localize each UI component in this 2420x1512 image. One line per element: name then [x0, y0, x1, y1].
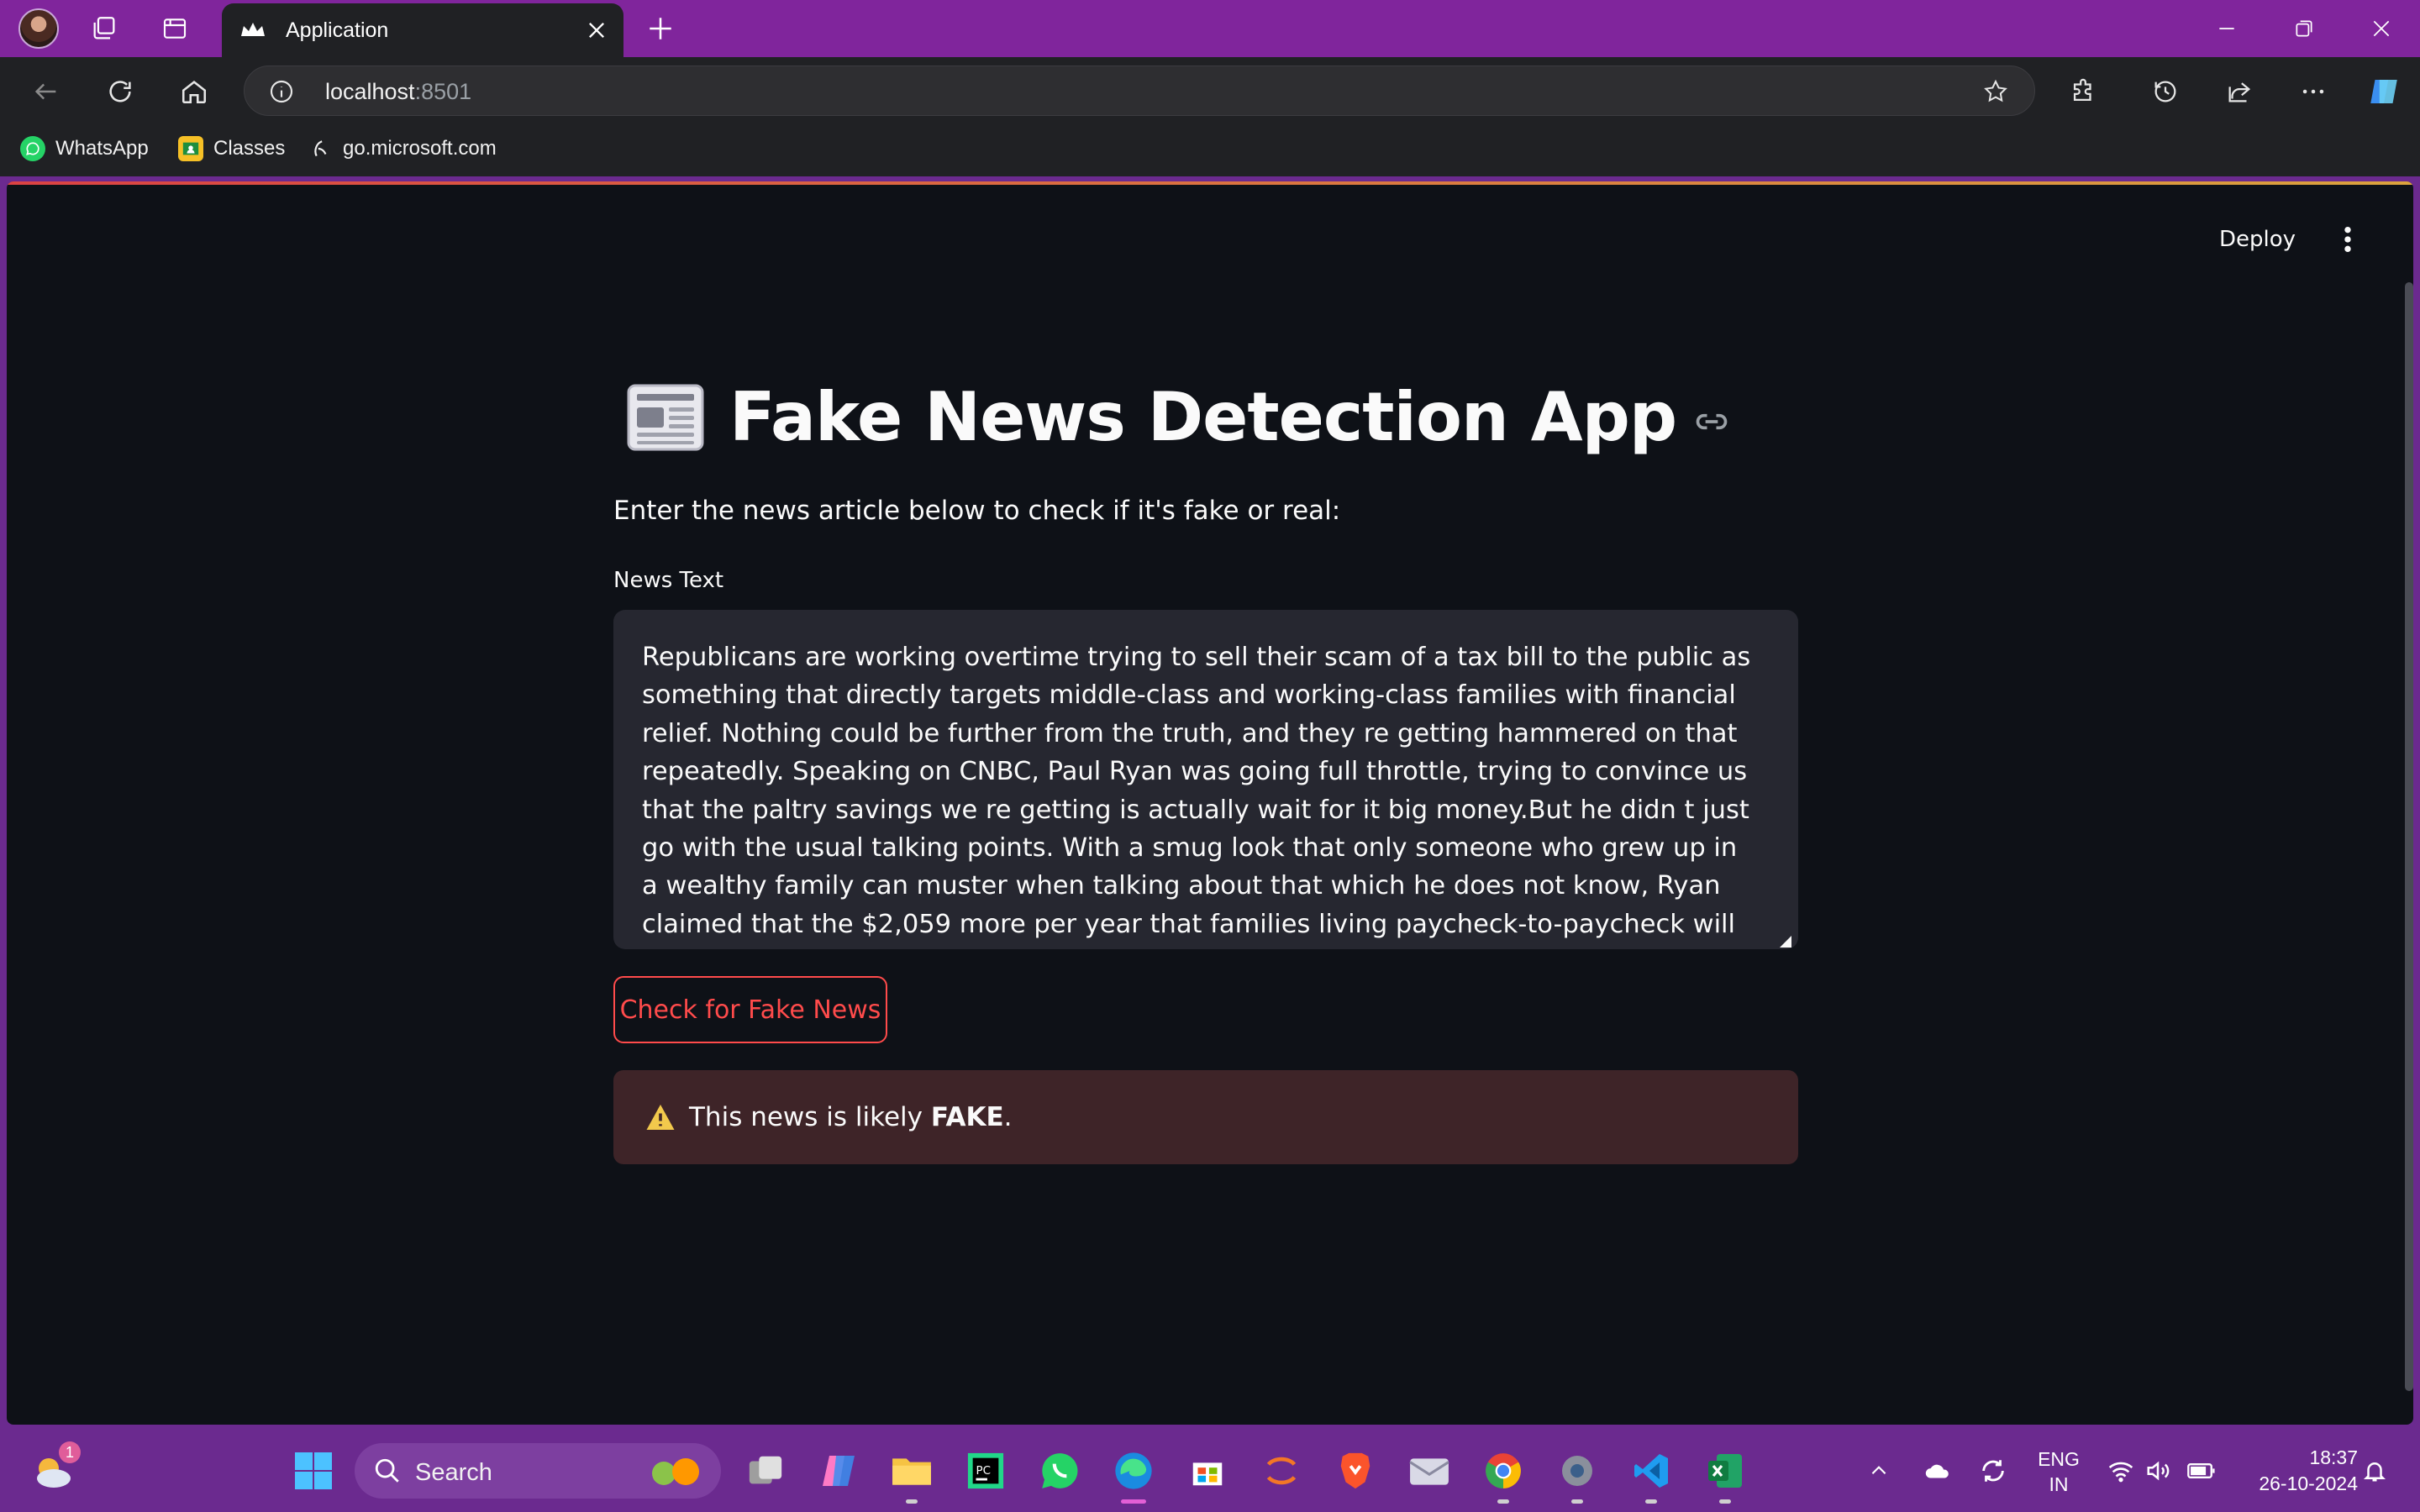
news-text-area[interactable]: Republicans are working overtime trying … [613, 610, 1798, 949]
microsoft-store-icon[interactable] [1183, 1446, 1232, 1495]
deploy-button[interactable]: Deploy [2219, 227, 2296, 252]
link-doc-icon [308, 136, 333, 161]
edge-icon[interactable] [1109, 1446, 1158, 1504]
task-view-icon[interactable] [741, 1446, 790, 1495]
search-highlight-icon [652, 1458, 699, 1485]
decoration-bar [7, 181, 2413, 185]
more-options-icon[interactable] [2294, 72, 2333, 111]
chevron-up-icon[interactable] [1862, 1446, 1896, 1495]
volume-icon[interactable] [2141, 1446, 2175, 1495]
settings-icon[interactable] [1553, 1446, 1602, 1504]
tab-title: Application [286, 18, 389, 42]
vscode-icon[interactable] [1627, 1446, 1676, 1504]
time-text: 18:37 [2309, 1446, 2358, 1468]
browser-nav-bar: localhost:8501 [0, 57, 2420, 124]
warning-icon [646, 1105, 675, 1130]
date-text: 26-10-2024 [2259, 1473, 2358, 1494]
sync-icon[interactable] [1976, 1446, 2010, 1495]
search-icon [375, 1458, 399, 1483]
weather-icon[interactable]: 1 [29, 1441, 81, 1495]
onedrive-icon[interactable] [1921, 1446, 1954, 1495]
start-icon[interactable] [289, 1446, 338, 1495]
result-message: This news is likely FAKE. [689, 1102, 1013, 1132]
bookmarks-bar: WhatsApp Classes go.microsoft.com [0, 124, 2420, 176]
favorite-star-icon[interactable] [1982, 78, 2009, 105]
chrome-icon[interactable] [1479, 1446, 1528, 1504]
whatsapp-app-icon[interactable] [1035, 1446, 1084, 1495]
excel-icon[interactable] [1701, 1446, 1749, 1504]
language-indicator[interactable]: ENG IN [2037, 1446, 2081, 1497]
new-tab-icon[interactable] [644, 12, 677, 45]
extensions-icon[interactable] [2064, 72, 2102, 111]
history-icon[interactable] [2146, 72, 2185, 111]
main-menu-icon[interactable] [2338, 225, 2358, 254]
bookmark-go-microsoft[interactable]: go.microsoft.com [308, 136, 497, 161]
workspaces-icon[interactable] [87, 12, 121, 45]
app-page: Deploy Fake News Detection App Enter the… [7, 181, 2413, 1425]
app-title: Fake News Detection App [729, 378, 1677, 456]
bookmark-whatsapp[interactable]: WhatsApp [20, 136, 149, 161]
tab-application[interactable]: Application [222, 3, 623, 57]
notification-bell-icon[interactable] [2358, 1446, 2391, 1495]
battery-icon[interactable] [2185, 1446, 2218, 1495]
restore-icon[interactable] [2286, 12, 2323, 45]
bookmark-classes[interactable]: Classes [178, 136, 285, 161]
page-scrollbar[interactable] [2405, 282, 2413, 1391]
browser-tab-bar: Application [0, 0, 2420, 57]
url-text[interactable]: localhost:8501 [325, 79, 471, 105]
tab-actions-icon[interactable] [158, 12, 192, 45]
instructions-text: Enter the news article below to check if… [613, 496, 1341, 526]
newspaper-icon [627, 384, 704, 450]
address-bar[interactable]: localhost:8501 [244, 66, 2035, 116]
close-window-icon[interactable] [2363, 12, 2400, 45]
resize-handle-icon[interactable] [1780, 936, 1791, 948]
check-fake-news-button[interactable]: Check for Fake News [613, 976, 887, 1043]
pycharm-icon[interactable]: PC [961, 1446, 1010, 1495]
jupyter-icon[interactable] [1257, 1446, 1306, 1495]
weather-badge: 1 [59, 1441, 81, 1463]
news-text-label: News Text [613, 568, 724, 593]
share-icon[interactable] [2220, 72, 2259, 111]
whatsapp-icon [20, 136, 45, 161]
minimize-icon[interactable] [2208, 12, 2245, 45]
page-title: Fake News Detection App [627, 378, 1730, 456]
news-text-value[interactable]: Republicans are working overtime trying … [642, 643, 1750, 949]
clock[interactable]: 18:37 26-10-2024 [2235, 1445, 2358, 1497]
taskbar-search[interactable]: Search [355, 1443, 721, 1499]
search-placeholder: Search [415, 1459, 492, 1486]
back-icon[interactable] [27, 72, 66, 111]
verdict-text: FAKE [930, 1102, 1004, 1132]
brave-icon[interactable] [1331, 1446, 1380, 1495]
windows-taskbar: 1 Search PC ENG IN 18:37 26-10-2024 [0, 1430, 2420, 1512]
refresh-icon[interactable] [101, 72, 139, 111]
classroom-icon [178, 136, 203, 161]
copilot-icon[interactable] [2365, 72, 2403, 111]
svg-text:PC: PC [976, 1465, 991, 1478]
file-explorer-icon[interactable] [887, 1446, 936, 1504]
home-icon[interactable] [175, 72, 213, 111]
close-tab-icon[interactable] [585, 18, 608, 42]
streamlit-crown-icon [241, 23, 265, 36]
profile-avatar[interactable] [18, 8, 59, 49]
mail-icon[interactable] [1405, 1446, 1454, 1495]
copilot-app-icon[interactable] [813, 1446, 862, 1495]
anchor-link-icon[interactable] [1693, 403, 1730, 440]
result-warning: This news is likely FAKE. [613, 1070, 1798, 1164]
site-info-icon[interactable] [268, 78, 295, 105]
wifi-icon[interactable] [2104, 1446, 2138, 1495]
